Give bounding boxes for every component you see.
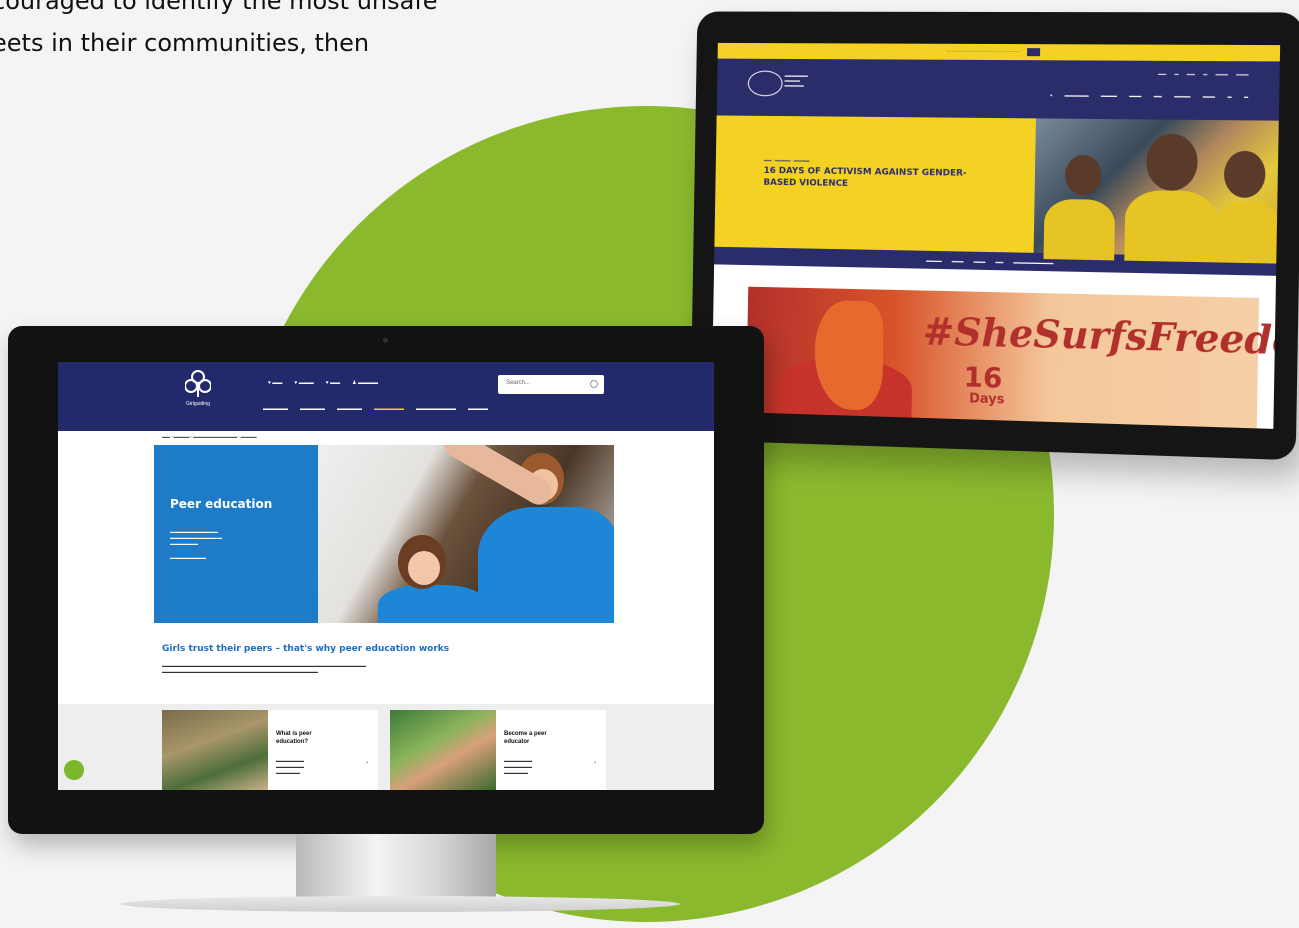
main-nav[interactable]: ▬▬▬▬▬ ▬▬▬▬▬ ▬▬▬▬▬ ▬▬▬▬▬▬ ▬▬▬▬▬▬▬▬ ▬▬▬▬ <box>263 406 488 412</box>
card-row: What is peer education? ▬▬▬▬▬▬▬ ▬▬▬▬▬▬▬ ▬▬… <box>58 704 714 790</box>
trefoil-icon <box>185 370 211 397</box>
photo-shirt <box>1043 198 1116 261</box>
tablet-device: ········································… <box>690 11 1299 461</box>
section-text: ▬▬▬▬▬▬▬▬▬▬▬▬▬▬▬▬▬▬▬▬▬▬▬▬▬▬▬▬▬▬▬▬▬▬▬▬▬▬▬▬… <box>162 663 366 674</box>
hero-photo <box>318 445 614 623</box>
intro-line-2: eets in their communities, then <box>0 29 370 57</box>
intro-line-1: couraged to identify the most unsafe <box>0 0 438 15</box>
breadcrumb: ▬▬ · ▬▬▬▬ · ▬▬▬▬ <box>763 157 810 163</box>
girlguiding-header: Girlguiding ♥ ▬▬ ♥ ▬▬▬ ♥ ▬▬ ♟ ▬▬▬▬ Search..… <box>58 362 714 431</box>
card-image <box>162 710 268 790</box>
card-title: What is peer education? <box>276 731 312 745</box>
intro-text: couraged to identify the most unsafe eet… <box>0 0 632 64</box>
card-become-peer-educator[interactable]: Become a peer educator ▬▬▬▬▬▬▬ ▬▬▬▬▬▬▬ ▬▬▬… <box>390 710 606 790</box>
photo-person <box>1223 150 1266 199</box>
webcam-icon <box>383 338 388 343</box>
card-image <box>390 710 496 790</box>
photo-shirt <box>378 585 488 623</box>
breadcrumb: ▬▬ › ▬▬▬▬ › ▬▬▬▬▬▬▬▬▬▬▬ › ▬▬▬▬ <box>162 434 257 439</box>
chevron-right-icon: › <box>594 760 596 766</box>
monitor-screen: Girlguiding ♥ ▬▬ ♥ ▬▬▬ ♥ ▬▬ ♟ ▬▬▬▬ Search..… <box>58 362 714 790</box>
tablet-screen: ········································… <box>711 42 1281 429</box>
card-what-is-peer-education[interactable]: What is peer education? ▬▬▬▬▬▬▬ ▬▬▬▬▬▬▬ ▬▬… <box>162 710 378 790</box>
search-input[interactable]: Search... <box>498 375 604 394</box>
hero-photo <box>1033 118 1280 264</box>
cookie-ok-button[interactable] <box>1027 48 1041 57</box>
monitor-stand <box>296 834 496 900</box>
card-title: Become a peer educator <box>504 731 547 745</box>
utility-nav: ▬▬ ▬ ▬▬ ▬ ▬▬▬ ▬▬▬ <box>1158 70 1249 77</box>
photo-person <box>1145 133 1199 191</box>
brand-name: Girlguiding <box>186 401 210 407</box>
photo-face <box>408 551 440 585</box>
main-nav[interactable]: ● ▬▬▬▬▬▬ ▬▬▬▬ ▬▬▬ ▬▬ ▬▬▬▬ ▬▬▬ ▬ ▬ <box>1050 92 1248 99</box>
photo-shirt <box>478 507 614 623</box>
tablet-hero: ▬▬ · ▬▬▬▬ · ▬▬▬▬ 16 DAYS OF ACTIVISM AGA… <box>714 115 1280 264</box>
hero-title: Peer education <box>170 497 273 511</box>
chat-icon[interactable] <box>64 760 84 780</box>
wagggs-logo-text: ▬▬▬▬▬▬ ▬▬▬▬ ▬▬▬▬▬ <box>784 72 808 88</box>
girlguiding-logo[interactable]: Girlguiding <box>178 370 218 407</box>
photo-shirt <box>1216 201 1280 264</box>
tablet-hero-title: 16 DAYS OF ACTIVISM AGAINST GENDER-BASED… <box>763 166 967 189</box>
hero-panel: Peer education ▬▬▬▬▬▬▬▬▬▬▬▬ ▬▬▬▬▬▬▬▬▬▬▬▬▬… <box>154 445 318 623</box>
banner-hashtag: #SheSurfsFreedom <box>922 308 1281 365</box>
banner-unit: Days <box>969 391 1005 408</box>
card-text: ▬▬▬▬▬▬▬ ▬▬▬▬▬▬▬ ▬▬▬▬▬▬ <box>504 758 532 775</box>
monitor-device: Girlguiding ♥ ▬▬ ♥ ▬▬▬ ♥ ▬▬ ♟ ▬▬▬▬ Search..… <box>8 326 764 834</box>
hero-text: ▬▬▬▬▬▬▬▬▬▬▬▬ ▬▬▬▬▬▬▬▬▬▬▬▬▬ ▬▬▬▬▬▬▬ <box>170 529 222 546</box>
photo-shirt <box>1124 189 1218 263</box>
hero-yellow-panel: ▬▬ · ▬▬▬▬ · ▬▬▬▬ 16 DAYS OF ACTIVISM AGA… <box>714 115 1036 253</box>
hero-quote: ▬▬▬▬▬▬▬▬▬ <box>170 555 206 560</box>
header-links[interactable]: ♥ ▬▬ ♥ ▬▬▬ ♥ ▬▬ ♟ ▬▬▬▬ <box>268 380 378 386</box>
wagggs-logo[interactable] <box>747 70 783 97</box>
search-icon[interactable] <box>590 380 598 388</box>
section-heading: Girls trust their peers – that's why pee… <box>162 644 450 654</box>
search-placeholder: Search... <box>506 380 531 386</box>
monitor-base <box>120 896 680 912</box>
shesurfs-banner[interactable]: #SheSurfsFreedom 16 Days <box>746 286 1280 429</box>
wagggs-header: ▬▬▬▬▬▬ ▬▬▬▬ ▬▬▬▬▬ ▬▬ ▬ ▬▬ ▬ ▬▬▬ ▬▬▬ ● ▬▬▬▬▬▬ ▬▬▬▬… <box>716 58 1280 121</box>
card-text: ▬▬▬▬▬▬▬ ▬▬▬▬▬▬▬ ▬▬▬▬▬▬ <box>276 758 304 775</box>
cookie-text-placeholder: ········································… <box>946 48 1020 56</box>
banner-number: 16 <box>963 360 1003 395</box>
chevron-right-icon: › <box>366 760 368 766</box>
photo-person <box>1064 154 1102 196</box>
